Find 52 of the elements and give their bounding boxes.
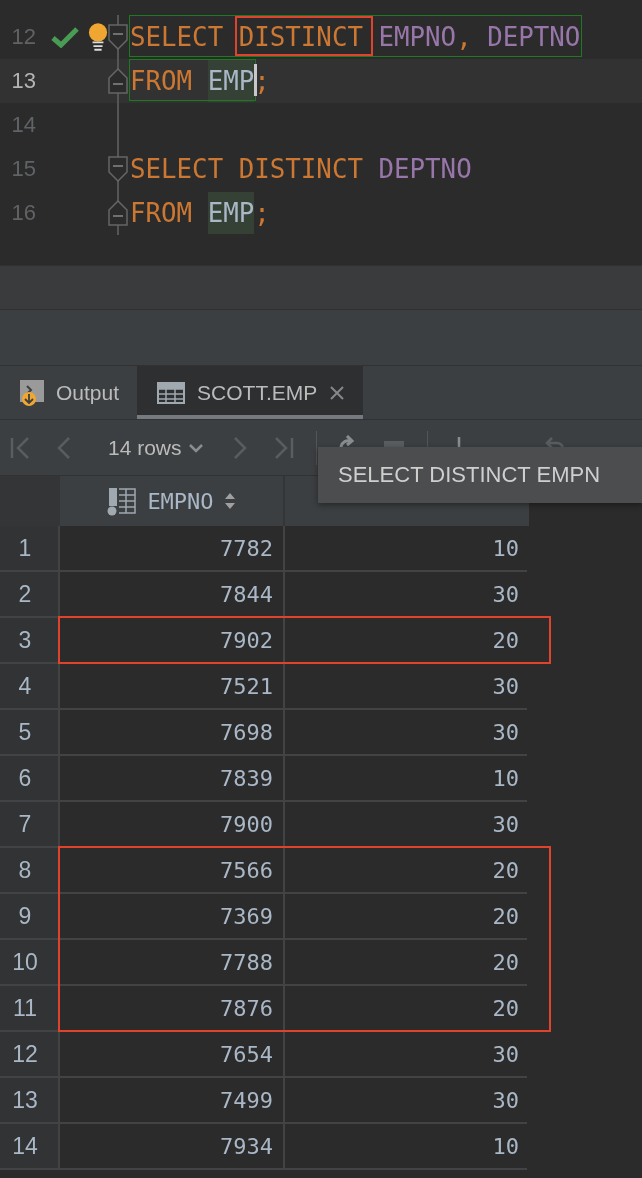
row-number: 13 bbox=[0, 1078, 58, 1122]
table-cell: 20 bbox=[285, 986, 529, 1030]
table-cell: 20 bbox=[285, 618, 529, 662]
table-cell: 7698 bbox=[60, 710, 283, 754]
row-number: 11 bbox=[0, 986, 58, 1030]
table-cell: 7499 bbox=[60, 1078, 283, 1122]
table-cell: 7900 bbox=[60, 802, 283, 846]
row-number: 7 bbox=[0, 802, 58, 846]
line-number: 12 bbox=[10, 24, 36, 50]
table-cell: 20 bbox=[285, 940, 529, 984]
line-number: 15 bbox=[10, 156, 36, 182]
tooltip: SELECT DISTINCT EMPN bbox=[318, 447, 642, 503]
row-number: 14 bbox=[0, 1124, 58, 1168]
table-cell: 7521 bbox=[60, 664, 283, 708]
row-number: 5 bbox=[0, 710, 58, 754]
table-cell: 7902 bbox=[60, 618, 283, 662]
row-number: 10 bbox=[0, 940, 58, 984]
row-number: 9 bbox=[0, 894, 58, 938]
code-line: SELECT DISTINCT EMPNO, DEPTNO bbox=[130, 21, 581, 54]
table-cell: 7876 bbox=[60, 986, 283, 1030]
table-cell: 30 bbox=[285, 572, 529, 616]
row-number: 3 bbox=[0, 618, 58, 662]
row-number: 1 bbox=[0, 526, 58, 570]
row-number: 2 bbox=[0, 572, 58, 616]
row-number: 6 bbox=[0, 756, 58, 800]
line-number: 16 bbox=[10, 200, 36, 226]
line-number: 13 bbox=[10, 68, 36, 94]
table-cell: 7566 bbox=[60, 848, 283, 892]
table-cell: 7782 bbox=[60, 526, 283, 570]
table-cell: 7369 bbox=[60, 894, 283, 938]
row-number: 4 bbox=[0, 664, 58, 708]
table-cell: 30 bbox=[285, 1032, 529, 1076]
row-number: 12 bbox=[0, 1032, 58, 1076]
table-cell: 30 bbox=[285, 802, 529, 846]
table-cell: 7839 bbox=[60, 756, 283, 800]
table-cell: 10 bbox=[285, 756, 529, 800]
table-cell: 30 bbox=[285, 710, 529, 754]
table-cell: 7654 bbox=[60, 1032, 283, 1076]
row-number: 8 bbox=[0, 848, 58, 892]
table-cell: 7844 bbox=[60, 572, 283, 616]
table-cell: 30 bbox=[285, 1078, 529, 1122]
table-cell: 20 bbox=[285, 848, 529, 892]
code-line: FROM EMP; bbox=[130, 191, 270, 235]
code-line: FROM EMP; bbox=[130, 59, 270, 103]
table-cell: 7788 bbox=[60, 940, 283, 984]
table-cell: 10 bbox=[285, 526, 529, 570]
table-cell: 30 bbox=[285, 664, 529, 708]
table-cell: 20 bbox=[285, 894, 529, 938]
table-cell: 10 bbox=[285, 1124, 529, 1168]
line-number: 14 bbox=[10, 112, 36, 138]
code-line: SELECT DISTINCT DEPTNO bbox=[130, 153, 472, 186]
table-cell: 7934 bbox=[60, 1124, 283, 1168]
